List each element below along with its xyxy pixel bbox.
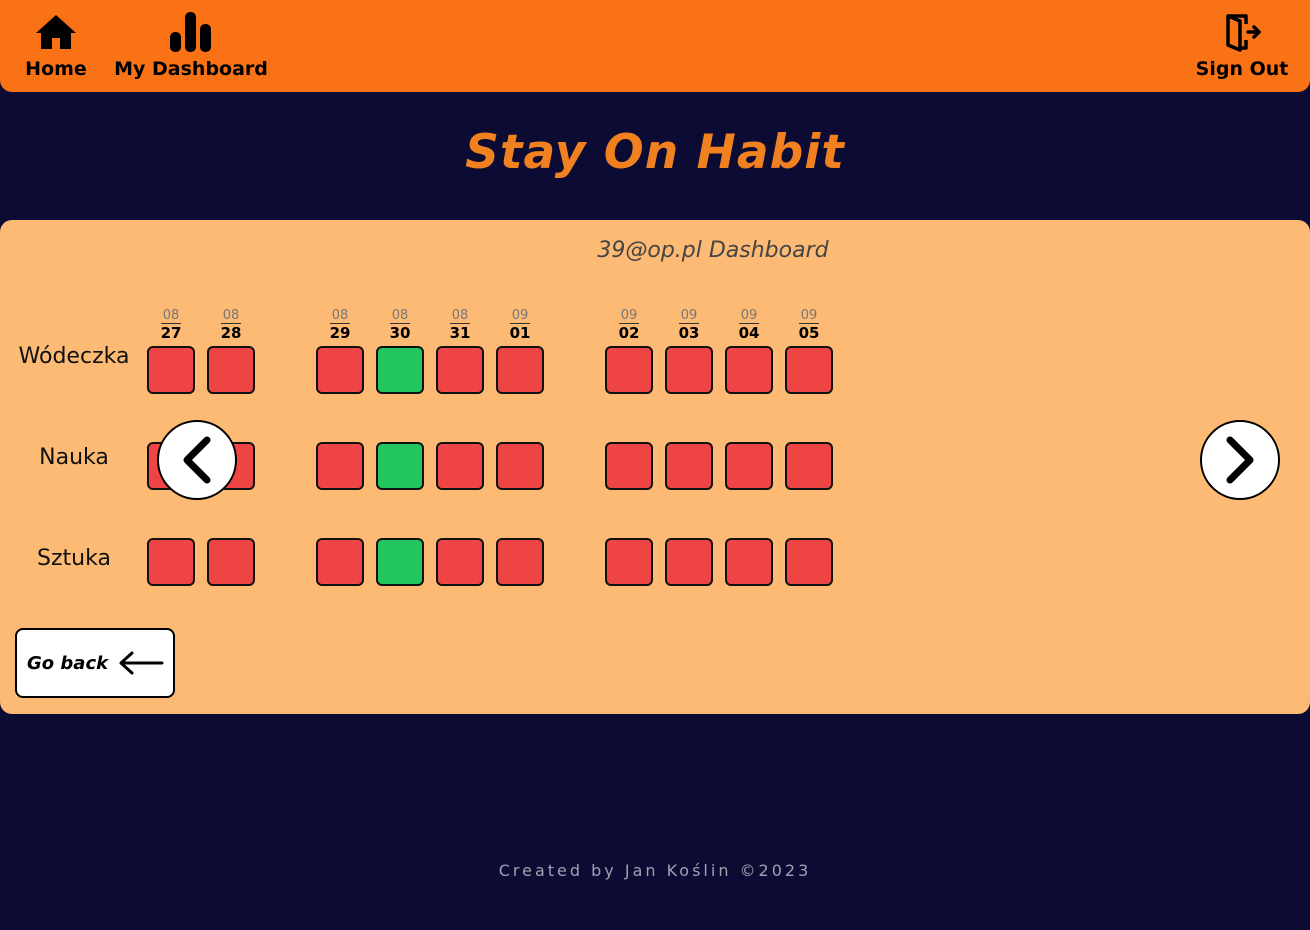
date-header: 09 01 [496,308,544,343]
date-header: 09 02 [605,308,653,343]
habit-day-cell-miss[interactable] [725,346,773,394]
habit-day-cell-miss[interactable] [665,538,713,586]
date-month: 08 [316,308,364,324]
sign-out-icon [1222,10,1262,54]
habit-day-cell-done[interactable] [376,346,424,394]
date-month-text: 08 [449,308,471,324]
date-month: 08 [147,308,195,324]
date-day: 28 [220,324,242,342]
habit-name: Sztuka [37,546,111,571]
habit-day-cell-miss[interactable] [496,346,544,394]
nav-signout-label: Sign Out [1195,58,1289,80]
date-month-text: 08 [160,308,182,324]
bar-chart-icon [167,10,215,54]
footer-credit: Created by Jan Koślin ©2023 [498,861,812,880]
habit-day-cell-miss[interactable] [605,346,653,394]
date-day: 29 [329,324,351,342]
nav-dashboard-label: My Dashboard [114,58,268,80]
date-day: 31 [449,324,471,342]
dashboard-panel: 39@op.pl Dashboard 08 27 08 28 08 29 08 30 08 31 0… [0,220,1310,714]
date-month-text: 08 [220,308,242,324]
habit-day-cell-miss[interactable] [207,346,255,394]
habit-day-cell-miss[interactable] [725,442,773,490]
habit-day-cell-miss[interactable] [147,538,195,586]
date-month: 09 [496,308,544,324]
nav-home-button[interactable]: Home [22,10,90,80]
go-back-label: Go back [27,652,109,674]
date-header: 08 30 [376,308,424,343]
habit-day-cell-miss[interactable] [605,538,653,586]
habit-day-cell-miss[interactable] [436,538,484,586]
date-header: 08 28 [207,308,255,343]
habit-day-cell-miss[interactable] [665,346,713,394]
habit-name: Wódeczka [18,344,130,369]
date-header: 08 31 [436,308,484,343]
habit-day-cell-miss[interactable] [436,346,484,394]
date-month-text: 09 [798,308,820,324]
habit-day-cell-miss[interactable] [316,538,364,586]
habit-day-cell-miss[interactable] [316,346,364,394]
date-day: 04 [738,324,760,342]
date-header: 09 04 [725,308,773,343]
go-back-button[interactable]: Go back [15,628,175,698]
date-header: 08 27 [147,308,195,343]
habit-day-cell-miss[interactable] [785,442,833,490]
habit-day-cell-miss[interactable] [605,442,653,490]
habit-day-cell-done[interactable] [376,442,424,490]
nav-signout-button[interactable]: Sign Out [1196,10,1288,80]
habit-day-cell-miss[interactable] [207,538,255,586]
app-title: Stay On Habit [465,125,845,180]
date-month: 09 [605,308,653,324]
nav-dashboard-button[interactable]: My Dashboard [114,10,268,80]
habit-day-cell-miss[interactable] [496,538,544,586]
arrow-left-icon [118,651,164,675]
habit-name: Nauka [39,445,109,470]
habit-day-cell-miss[interactable] [316,442,364,490]
date-day: 27 [160,324,182,342]
date-day: 01 [509,324,531,342]
date-month: 09 [725,308,773,324]
habit-day-cell-done[interactable] [376,538,424,586]
chevron-left-icon [183,436,211,484]
date-month: 09 [665,308,713,324]
date-month-text: 09 [678,308,700,324]
habit-day-cell-miss[interactable] [496,442,544,490]
home-icon [34,10,78,54]
habit-day-cell-miss[interactable] [725,538,773,586]
date-day: 03 [678,324,700,342]
habit-day-cell-miss[interactable] [665,442,713,490]
habit-day-cell-miss[interactable] [147,346,195,394]
date-month: 09 [785,308,833,324]
prev-week-button[interactable] [157,420,237,500]
date-month-text: 09 [738,308,760,324]
date-header: 09 05 [785,308,833,343]
date-month: 08 [436,308,484,324]
date-month: 08 [376,308,424,324]
date-day: 05 [798,324,820,342]
dashboard-title: 39@op.pl Dashboard [597,238,829,263]
habit-day-cell-miss[interactable] [785,538,833,586]
date-month: 08 [207,308,255,324]
date-day: 02 [618,324,640,342]
next-week-button[interactable] [1200,420,1280,500]
date-month-text: 09 [618,308,640,324]
nav-home-label: Home [25,58,87,80]
habit-day-cell-miss[interactable] [436,442,484,490]
date-month-text: 08 [389,308,411,324]
navbar: Home My Dashboard Sign Out [0,0,1310,92]
chevron-right-icon [1226,436,1254,484]
date-day: 30 [389,324,411,342]
date-header: 08 29 [316,308,364,343]
date-month-text: 09 [509,308,531,324]
date-header: 09 03 [665,308,713,343]
date-month-text: 08 [329,308,351,324]
habit-day-cell-miss[interactable] [785,346,833,394]
